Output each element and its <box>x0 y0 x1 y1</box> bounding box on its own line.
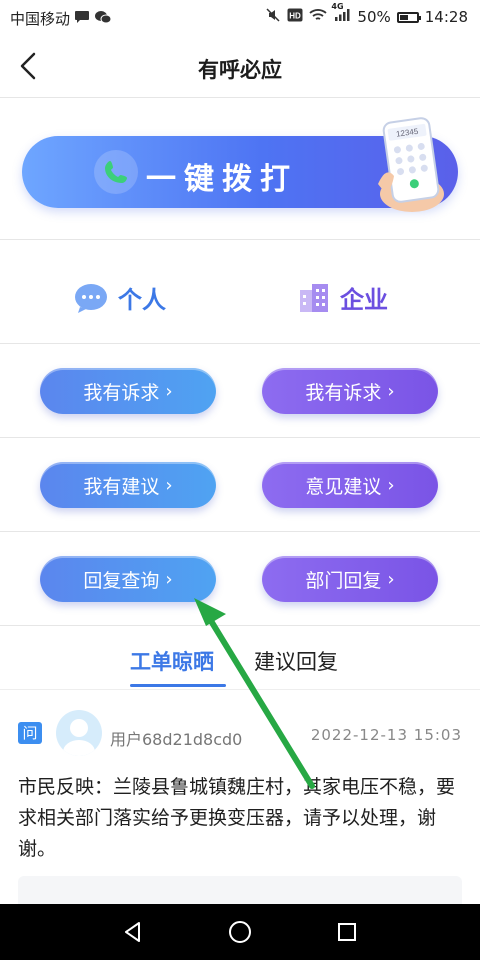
post-username: 用户68d21d8cd0 <box>110 730 243 749</box>
phone-hand-illustration: 12345 <box>372 114 452 218</box>
wifi-icon <box>309 8 328 26</box>
tab-work-order-showcase[interactable]: 工单晾晒 <box>130 646 214 676</box>
department-reply-label: 部门回复 <box>305 569 382 592</box>
enterprise-feedback-label: 意见建议 <box>305 475 382 498</box>
chevron-right-icon: › <box>165 568 173 590</box>
chevron-right-icon: › <box>387 474 395 496</box>
post-timestamp: 2022-12-13 15:03 <box>310 726 462 744</box>
category-personal-label: 个人 <box>118 286 166 314</box>
enterprise-appeal-label: 我有诉求 <box>305 381 382 404</box>
signal-icon: 4G <box>331 2 351 26</box>
personal-appeal-button[interactable]: 我有诉求 › <box>40 368 216 414</box>
message-icon <box>74 10 90 28</box>
app-header: 有呼必应 <box>0 34 480 98</box>
hd-icon: HD <box>287 8 303 26</box>
battery-fill <box>399 14 408 20</box>
phone-icon <box>94 150 138 194</box>
chat-bubble-icon <box>75 283 107 313</box>
tab-suggestion-reply[interactable]: 建议回复 <box>254 646 338 676</box>
system-nav-bar <box>0 904 480 960</box>
button-row-3: 回复查询 › 部门回复 › <box>0 532 480 626</box>
post-body: 市民反映：兰陵县鲁城镇魏庄村，其家电压不稳，要求相关部门落实给予更换变压器，请予… <box>18 776 456 860</box>
department-reply-button[interactable]: 部门回复 › <box>262 556 438 602</box>
wechat-icon <box>94 10 112 28</box>
personal-appeal-label: 我有诉求 <box>83 381 160 404</box>
personal-suggestion-label: 我有建议 <box>83 475 160 498</box>
circle-home-icon <box>228 921 251 943</box>
network-type-label: 4G <box>331 2 344 11</box>
enterprise-appeal-button[interactable]: 我有诉求 › <box>262 368 438 414</box>
avatar <box>56 710 102 756</box>
banner-section: 一键拨打 12345 <box>0 98 480 240</box>
triangle-back-icon <box>125 922 141 942</box>
page-title: 有呼必应 <box>198 58 282 82</box>
personal-suggestion-button[interactable]: 我有建议 › <box>40 462 216 508</box>
chevron-right-icon: › <box>387 568 395 590</box>
square-recents-icon <box>337 923 356 941</box>
chevron-right-icon: › <box>165 474 173 496</box>
banner-label: 一键拨打 <box>146 162 298 197</box>
category-row: 个人 企业 <box>0 240 480 344</box>
svg-text:HD: HD <box>290 12 302 21</box>
enterprise-feedback-button[interactable]: 意见建议 › <box>262 462 438 508</box>
active-tab-indicator <box>130 684 226 687</box>
chevron-right-icon: › <box>165 380 173 402</box>
nav-recents-button[interactable] <box>327 912 367 952</box>
chevron-right-icon: › <box>387 380 395 402</box>
clock: 14:28 <box>424 8 468 26</box>
category-enterprise-label: 企业 <box>340 286 388 314</box>
tab-bar: 工单晾晒 建议回复 <box>0 628 480 690</box>
battery-icon <box>396 11 421 23</box>
reply-query-button[interactable]: 回复查询 › <box>40 556 216 602</box>
carrier-label: 中国移动 <box>10 10 71 28</box>
category-enterprise[interactable]: 企业 <box>298 280 388 315</box>
nav-back-button[interactable] <box>113 912 153 952</box>
one-click-dial-banner[interactable]: 一键拨打 12345 <box>22 117 458 212</box>
building-icon <box>300 283 328 312</box>
battery-percent: 50% <box>357 8 391 26</box>
list-item[interactable]: 问 用户68d21d8cd0 2022-12-13 15:03 市民反映：兰陵县… <box>0 690 480 916</box>
button-row-2: 我有建议 › 意见建议 › <box>0 438 480 532</box>
button-row-1: 我有诉求 › 我有诉求 › <box>0 344 480 438</box>
reply-query-label: 回复查询 <box>83 569 160 592</box>
status-bar: 中国移动 HD 4G 50% 14:28 <box>0 0 480 34</box>
mute-icon <box>265 7 281 27</box>
question-badge: 问 <box>18 722 42 744</box>
nav-home-button[interactable] <box>220 912 260 952</box>
category-personal[interactable]: 个人 <box>74 280 166 315</box>
